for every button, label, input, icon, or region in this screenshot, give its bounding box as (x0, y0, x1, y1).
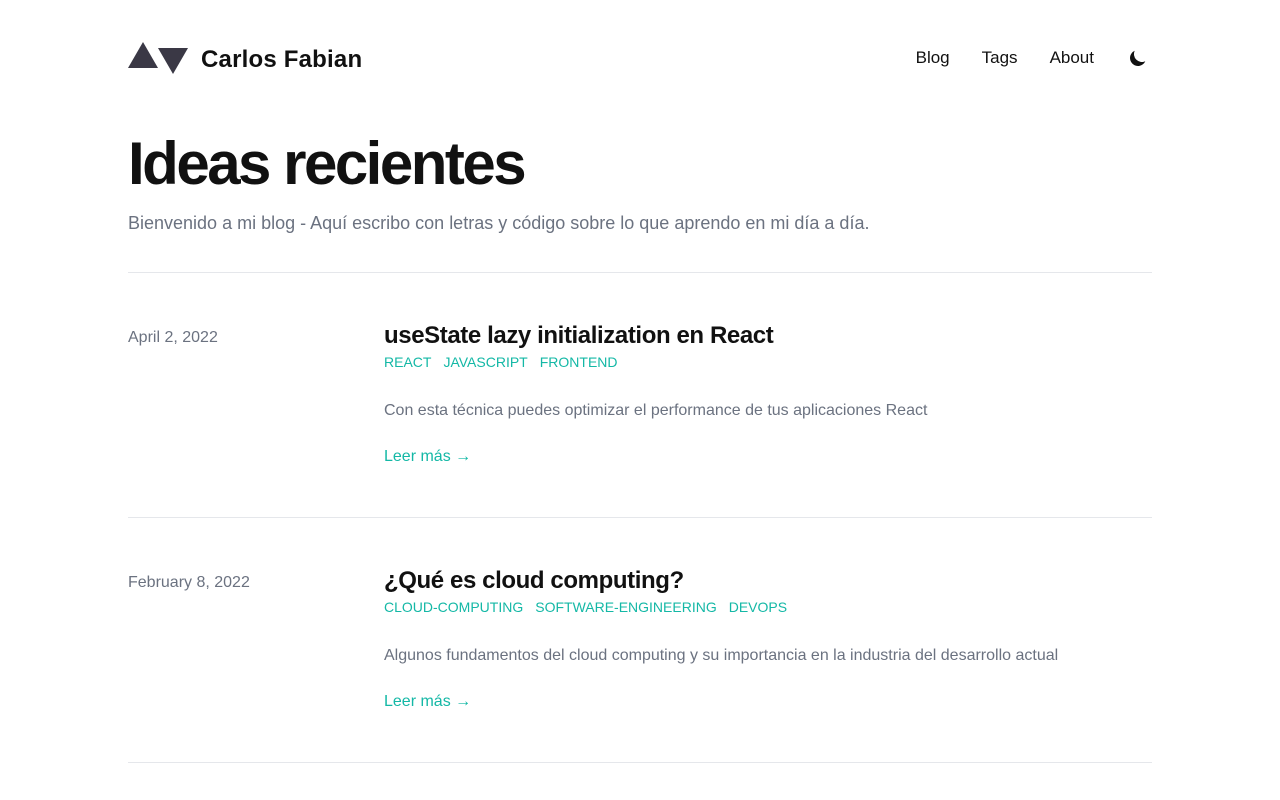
post-excerpt: Con esta técnica puedes optimizar el per… (384, 402, 928, 419)
moon-icon (1130, 50, 1146, 66)
post-item: February 8, 2022 ¿Qué es cloud computing… (128, 518, 1152, 718)
page-title: Ideas recientes (128, 130, 527, 197)
post-title-link[interactable]: useState lazy initialization en React (384, 321, 1152, 351)
post-item: April 2, 2022 useState lazy initializati… (128, 273, 1152, 473)
post-excerpt: Algunos fundamentos del cloud computing … (384, 647, 1059, 664)
post-title-link[interactable]: ¿Qué es cloud computing? (384, 566, 1152, 596)
tag-link[interactable]: FRONTEND (540, 353, 618, 371)
post-tags: CLOUD-COMPUTING SOFTWARE-ENGINEERING DEV… (384, 598, 1152, 616)
site-name: Carlos Fabian (201, 46, 363, 73)
hero: Ideas recientes Bienvenido a mi blog - A… (128, 128, 1152, 236)
divider (128, 762, 1152, 763)
logo-icon (128, 42, 188, 74)
read-more-link[interactable]: Leer más → (384, 692, 471, 712)
post-body: useState lazy initialization en React RE… (384, 321, 1152, 467)
post-date: April 2, 2022 (128, 329, 218, 346)
theme-toggle-button[interactable] (1124, 44, 1152, 72)
main-nav: Blog Tags About (916, 44, 1152, 72)
tag-link[interactable]: CLOUD-COMPUTING (384, 598, 523, 616)
post-body: ¿Qué es cloud computing? CLOUD-COMPUTING… (384, 566, 1152, 712)
page-subtitle: Bienvenido a mi blog - Aquí escribo con … (128, 213, 870, 233)
tag-link[interactable]: REACT (384, 353, 431, 371)
site-header: Carlos Fabian Blog Tags About (128, 38, 1152, 78)
nav-blog[interactable]: Blog (916, 48, 950, 68)
tag-link[interactable]: JAVASCRIPT (443, 353, 527, 371)
post-tags: REACT JAVASCRIPT FRONTEND (384, 353, 1152, 371)
post-date: February 8, 2022 (128, 574, 250, 591)
nav-about[interactable]: About (1050, 48, 1094, 68)
page: Carlos Fabian Blog Tags About Ideas reci… (0, 0, 1280, 800)
tag-link[interactable]: DEVOPS (729, 598, 787, 616)
home-link[interactable]: Carlos Fabian (128, 42, 362, 74)
nav-tags[interactable]: Tags (982, 48, 1018, 68)
read-more-link[interactable]: Leer más → (384, 447, 471, 467)
tag-link[interactable]: SOFTWARE-ENGINEERING (535, 598, 717, 616)
